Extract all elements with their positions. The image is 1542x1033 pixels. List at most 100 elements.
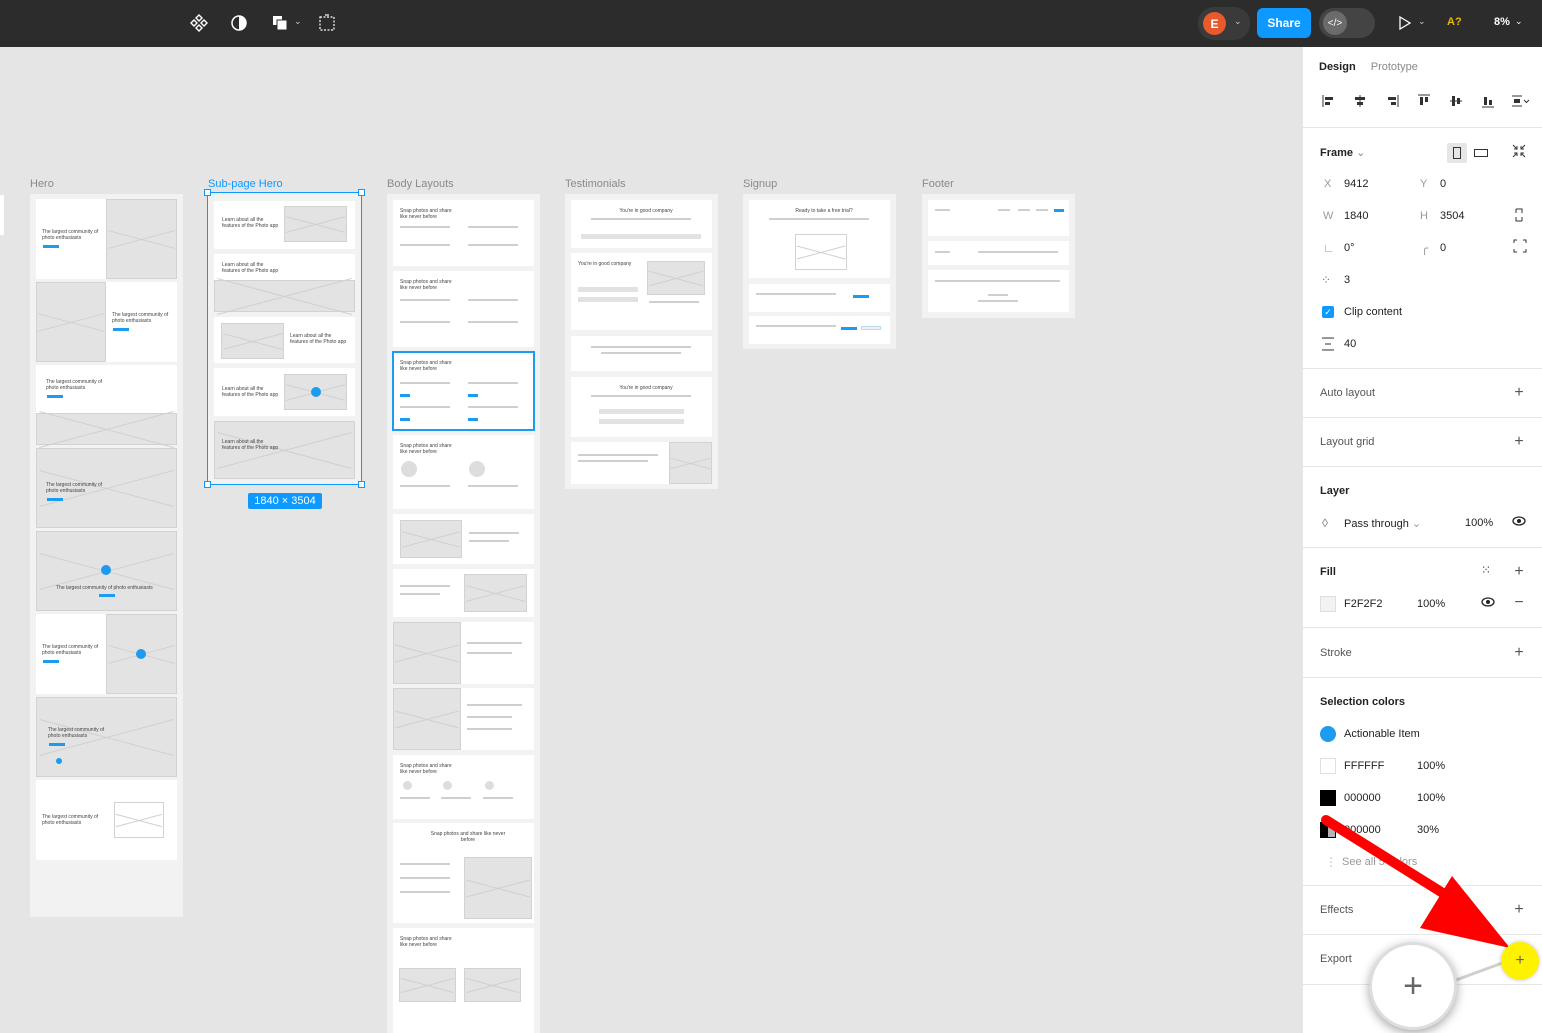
align-right-icon[interactable] (1384, 93, 1400, 109)
color-style-swatch[interactable] (1320, 726, 1336, 742)
frame-label-subpage-hero[interactable]: Sub-page Hero (208, 178, 283, 190)
fill-color-swatch[interactable] (1320, 596, 1336, 612)
frame-hero[interactable]: The largest community of photo enthusias… (30, 194, 183, 917)
frame-signup[interactable]: Ready to take a free trial? (743, 194, 896, 349)
corner-radius-input[interactable]: 0 (1440, 242, 1446, 254)
design-canvas[interactable]: Hero The largest community of photo enth… (0, 47, 1302, 1033)
clip-content-checkbox[interactable]: ✓ (1322, 306, 1334, 318)
count-input[interactable]: 3 (1344, 274, 1350, 286)
resize-handle[interactable] (358, 189, 365, 196)
frame-section-title[interactable]: Frame ⌄ (1320, 146, 1365, 159)
signup-variant: Ready to take a free trial? (749, 200, 890, 278)
height-input[interactable]: 3504 (1440, 210, 1464, 222)
component-icon[interactable] (188, 12, 210, 34)
stroke-section: Stroke (1320, 647, 1352, 659)
frame-label-body-layouts[interactable]: Body Layouts (387, 178, 454, 190)
x-position-input[interactable]: 9412 (1344, 178, 1368, 190)
hero-variant: The largest community of photo enthusias… (36, 448, 177, 528)
selection-color-label[interactable]: 000000 (1344, 792, 1381, 804)
rotation-input[interactable]: 0° (1344, 242, 1355, 254)
selection-color-label[interactable]: FFFFFF (1344, 760, 1384, 772)
theme-contrast-icon[interactable] (228, 12, 250, 34)
style-grid-icon[interactable]: ⁙ (1481, 563, 1491, 577)
hero-variant: The largest community of photo enthusias… (36, 365, 177, 445)
magnified-add-export-icon: + (1369, 942, 1457, 1030)
auto-layout-section: Auto layout (1320, 387, 1376, 399)
add-auto-layout-icon[interactable]: + (1512, 385, 1526, 401)
blend-mode-select[interactable]: Pass through ⌄ (1344, 517, 1421, 530)
more-icon: ⋮ (1325, 855, 1337, 869)
fill-hex-input[interactable]: F2F2F2 (1344, 598, 1383, 610)
chevron-down-icon[interactable]: ⌄ (294, 17, 302, 26)
boolean-shapes-icon[interactable] (269, 12, 291, 34)
body-variant (393, 569, 534, 617)
share-button[interactable]: Share (1257, 8, 1311, 38)
tab-design[interactable]: Design (1319, 61, 1356, 73)
frame-label-hero[interactable]: Hero (30, 178, 54, 190)
spacing-input[interactable]: 40 (1344, 338, 1356, 350)
present-play-icon[interactable] (1394, 12, 1416, 34)
selection-color-label[interactable]: Actionable Item (1344, 728, 1420, 740)
hero-variant: The largest community of photo enthusias… (36, 697, 177, 777)
add-effect-icon[interactable]: + (1512, 902, 1526, 918)
align-top-icon[interactable] (1416, 93, 1432, 109)
tab-prototype[interactable]: Prototype (1371, 61, 1418, 73)
frame-body-layouts[interactable]: Snap photos and share like never before … (387, 194, 540, 1033)
fill-section-title: Fill (1320, 566, 1336, 578)
hero-headline: The largest community of photo enthusias… (42, 229, 99, 241)
testimonial-variant: You're in good company (571, 377, 712, 437)
y-position-input[interactable]: 0 (1440, 178, 1446, 190)
chevron-down-icon: ⌄ (1356, 147, 1366, 159)
frame-label-footer[interactable]: Footer (922, 178, 954, 190)
resize-handle[interactable] (204, 189, 211, 196)
layer-opacity-input[interactable]: 100% (1465, 517, 1493, 529)
align-left-icon[interactable] (1321, 93, 1337, 109)
crop-icon[interactable] (316, 12, 338, 34)
body-variant: Snap photos and share like never before (393, 271, 534, 347)
zoom-level[interactable]: 8% (1494, 16, 1510, 28)
independent-corners-icon[interactable] (1513, 239, 1527, 256)
width-input[interactable]: 1840 (1344, 210, 1368, 222)
add-layout-grid-icon[interactable]: + (1512, 434, 1526, 450)
selection-color-label[interactable]: 000000 (1344, 824, 1381, 836)
color-swatch[interactable] (1320, 790, 1336, 806)
distribute-icon[interactable] (1510, 93, 1532, 109)
chevron-down-icon[interactable]: ⌄ (1515, 17, 1523, 26)
portrait-orientation-icon[interactable] (1447, 143, 1467, 163)
add-fill-icon[interactable]: + (1512, 564, 1526, 580)
selection-outline (207, 192, 362, 485)
remove-fill-icon[interactable]: − (1512, 595, 1526, 611)
hero-variant: The largest community of photo enthusias… (36, 780, 177, 860)
constrain-proportions-icon[interactable] (1513, 207, 1525, 226)
eye-icon[interactable] (1512, 515, 1526, 530)
chevron-down-icon[interactable]: ⌄ (1418, 17, 1426, 26)
frame-label-testimonials[interactable]: Testimonials (565, 178, 626, 190)
resize-to-fit-icon[interactable] (1511, 143, 1527, 162)
add-export-icon[interactable]: + (1501, 942, 1539, 980)
selection-color-opacity[interactable]: 30% (1417, 824, 1439, 836)
landscape-orientation-icon[interactable] (1471, 143, 1491, 166)
dev-mode-toggle[interactable]: </> (1319, 8, 1375, 38)
align-bottom-icon[interactable] (1480, 93, 1496, 109)
offscreen-frame[interactable] (0, 195, 4, 235)
frame-testimonials[interactable]: You're in good company You're in good co… (565, 194, 718, 489)
chevron-down-icon[interactable]: ⌄ (1234, 17, 1242, 26)
see-all-colors-link[interactable]: See all 5 colors (1342, 856, 1417, 868)
panel-tabs: Design Prototype (1319, 61, 1430, 73)
user-avatar[interactable]: E (1203, 12, 1226, 35)
align-vertical-center-icon[interactable] (1448, 93, 1464, 109)
frame-label-signup[interactable]: Signup (743, 178, 777, 190)
color-swatch[interactable] (1320, 822, 1336, 838)
resize-handle[interactable] (204, 481, 211, 488)
eye-icon[interactable] (1481, 596, 1495, 611)
frame-footer[interactable] (922, 194, 1075, 318)
add-stroke-icon[interactable]: + (1512, 645, 1526, 661)
selection-color-opacity[interactable]: 100% (1417, 792, 1445, 804)
missing-fonts-indicator[interactable]: A? (1447, 16, 1462, 28)
selection-color-opacity[interactable]: 100% (1417, 760, 1445, 772)
testimonial-variant: You're in good company (571, 253, 712, 330)
color-swatch[interactable] (1320, 758, 1336, 774)
fill-opacity-input[interactable]: 100% (1417, 598, 1445, 610)
resize-handle[interactable] (358, 481, 365, 488)
align-horizontal-center-icon[interactable] (1352, 93, 1368, 109)
